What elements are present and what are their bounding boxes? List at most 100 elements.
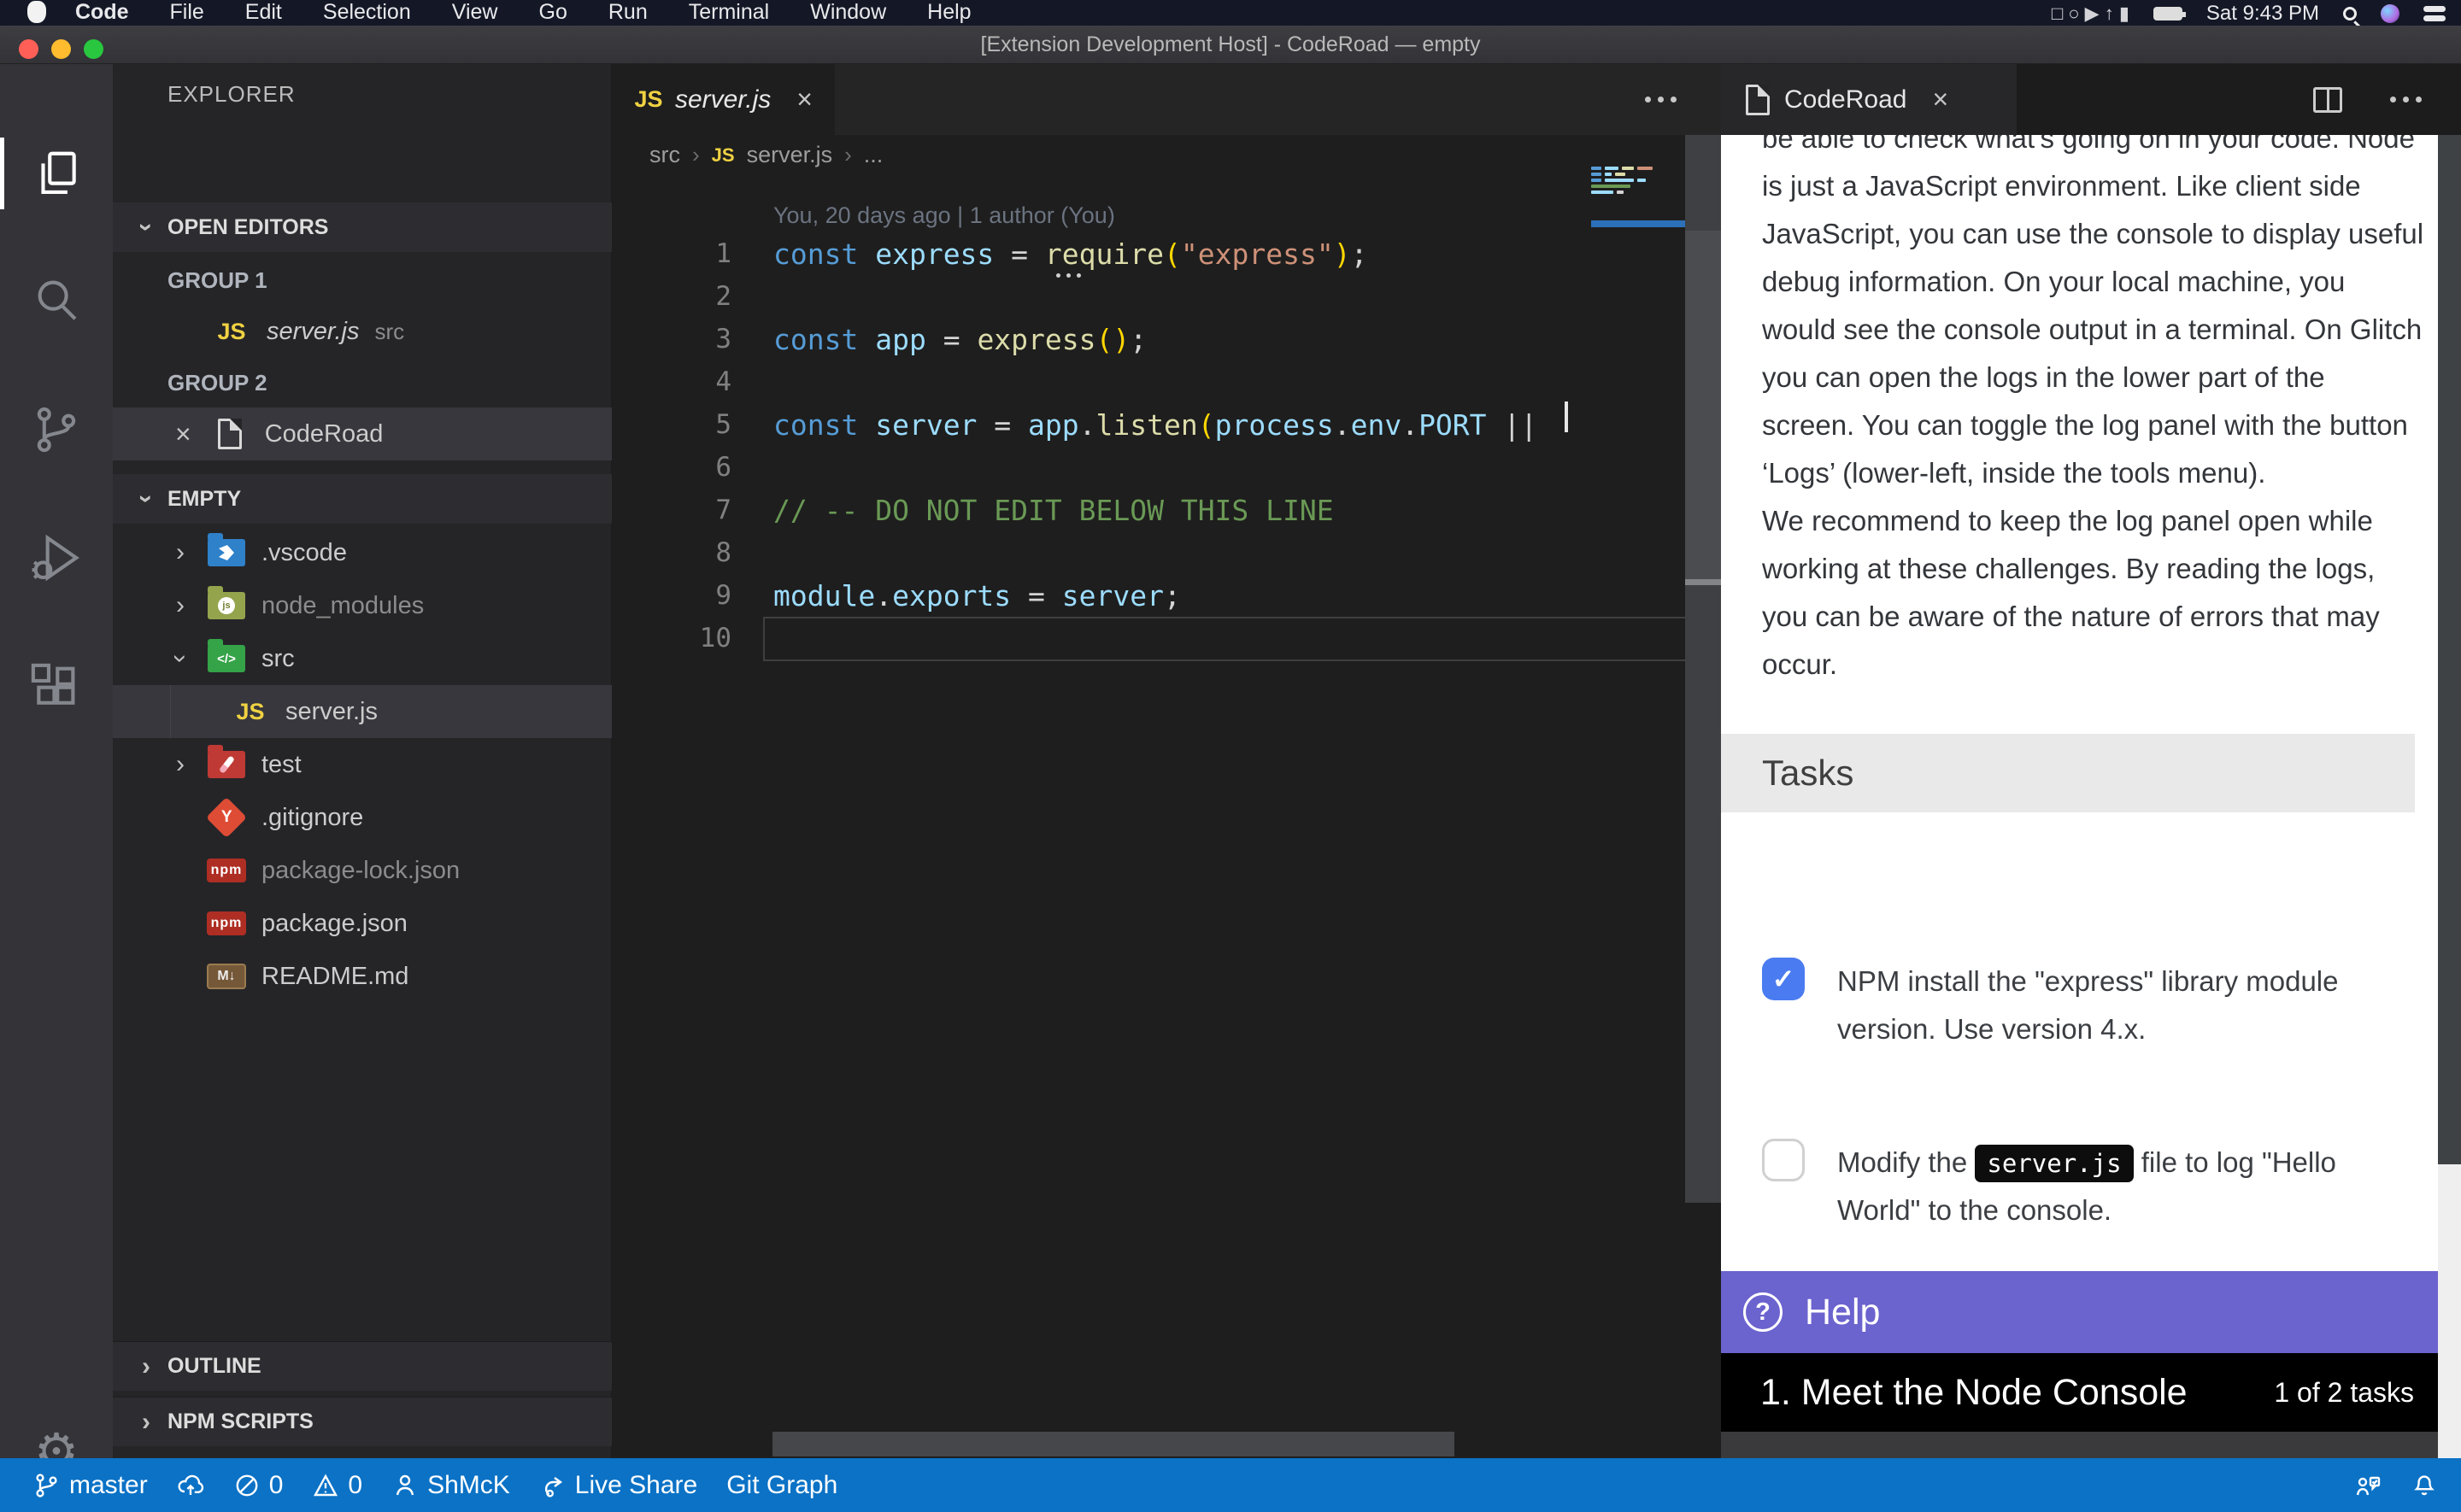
status-cloud-upload[interactable] [162,1458,219,1512]
status-feedback-icon[interactable] [2340,1458,2396,1512]
code-line-9[interactable]: 9module.exports = server; [612,574,1721,617]
file-icon-js: JS [212,314,251,349]
status-master[interactable]: master [19,1458,162,1512]
token: module [773,579,875,612]
help-bar[interactable]: ? Help [1721,1271,2438,1353]
close-editor-icon[interactable]: × [175,419,191,450]
tree-item-test[interactable]: ›test [113,738,612,791]
close-window-button[interactable] [19,39,38,59]
zoom-window-button[interactable] [84,39,103,59]
open-editor-item-coderoad[interactable]: ×CodeRoad [113,407,612,460]
editor-label: server.js [267,318,360,346]
code-line-10[interactable]: 10 [612,617,1721,659]
task-checkbox[interactable] [1762,1139,1805,1181]
code-line-1[interactable]: 1const express = require("express"); [612,232,1721,275]
tree-item-src[interactable]: ›</>src [113,632,612,685]
status-shmck[interactable]: ShMcK [377,1458,525,1512]
menu-item-terminal[interactable]: Terminal [668,0,790,24]
activity-item-source-control[interactable] [0,389,113,471]
open-editor-item-server.js[interactable]: JSserver.jssrc [113,305,612,358]
tree-item-node_modules[interactable]: ›jsnode_modules [113,579,612,632]
code-editor[interactable]: 1const express = require("express");23co… [612,232,1721,659]
token: exports [892,579,1011,612]
tree-item-packagelockjson[interactable]: npmpackage-lock.json [113,844,612,897]
siri-icon[interactable] [2381,4,2399,23]
tree-item-serverjs[interactable]: JSserver.js [113,685,612,738]
task-text-line: version. Use version 4.x. [1837,1005,2338,1053]
tree-label: node_modules [261,592,424,620]
code-line-5[interactable]: 5const server = app.listen(process.env.P… [612,403,1721,446]
status-git-graph[interactable]: Git Graph [712,1458,852,1512]
tab-bar-1: JS server.js × [612,64,1721,135]
apple-menu-icon[interactable] [27,1,46,23]
task-checkbox[interactable]: ✓ [1762,958,1805,1000]
menu-item-help[interactable]: Help [907,0,991,24]
hint-dots-decoration [1056,273,1081,278]
status-live-share[interactable]: Live Share [525,1458,712,1512]
code-line-3[interactable]: 3const app = express(); [612,318,1721,360]
control-center-icon[interactable] [2423,6,2446,21]
menu-item-go[interactable]: Go [519,0,588,24]
tree-item-READMEmd[interactable]: M↓README.md [113,950,612,1003]
menu-clock[interactable]: Sat 9:43 PM [2206,2,2319,26]
code-line-7[interactable]: 7// -- DO NOT EDIT BELOW THIS LINE [612,489,1721,531]
lesson-bar[interactable]: 1. Meet the Node Console 1 of 2 tasks [1721,1353,2438,1432]
chevron-right-icon: › [137,1408,156,1437]
menu-item-edit[interactable]: Edit [225,0,302,24]
open-editors-header[interactable]: ›OPEN EDITORS [113,202,612,252]
tab-server-js[interactable]: JS server.js × [612,64,835,135]
minimize-window-button[interactable] [51,39,71,59]
code-line-6[interactable]: 6 [612,446,1721,489]
token: ( [1198,408,1215,442]
close-tab-icon[interactable]: × [796,84,813,115]
code-line-2[interactable]: 2 [612,275,1721,318]
tree-item-gitignore[interactable]: Y.gitignore [113,791,612,844]
menu-item-code[interactable]: Code [75,0,150,24]
minimap-line [1591,173,1685,176]
tree-item-vscode[interactable]: ›.vscode [113,526,612,579]
activity-item-search[interactable] [0,258,113,340]
folder-section-header[interactable]: ›EMPTY [113,474,612,524]
horizontal-scrollbar[interactable] [772,1432,1454,1456]
tree-item-packagejson[interactable]: npmpackage.json [113,897,612,950]
open-editors-group: GROUP 2 [113,356,612,409]
token: = [1011,579,1062,612]
file-icon [1743,85,1772,114]
menu-item-window[interactable]: Window [790,0,907,24]
token: PORT [1418,408,1486,442]
token: express [875,237,994,271]
sidebar-section-npm-scripts[interactable]: ›NPM SCRIPTS [113,1397,612,1446]
editor-actions-more-icon[interactable] [1645,97,1677,103]
token: env [1351,408,1402,442]
code-line-8[interactable]: 8 [612,531,1721,574]
menu-item-run[interactable]: Run [588,0,668,24]
token: server [875,408,977,442]
spotlight-search-icon[interactable] [2343,7,2357,21]
task-item-1[interactable]: ✓NPM install the "express" library modul… [1762,958,2338,1053]
activity-item-extensions[interactable] [0,648,113,730]
activity-item-run-debug[interactable] [0,517,113,599]
status-0[interactable]: 0 [297,1458,377,1512]
minimap[interactable] [1591,167,1685,196]
sidebar-section-outline[interactable]: ›OUTLINE [113,1341,612,1391]
status-bell-icon[interactable] [2396,1458,2452,1512]
tab-coderoad[interactable]: CodeRoad × [1721,64,2017,135]
activity-item-explorer[interactable] [0,132,113,214]
split-editor-icon[interactable] [2313,87,2342,113]
close-tab-icon[interactable]: × [1932,84,1948,115]
breadcrumb[interactable]: src› JS server.js› ... [649,135,883,175]
window-title-bar[interactable]: [Extension Development Host] - CodeRoad … [0,26,2461,64]
minimap-line [1591,190,1685,194]
menu-item-file[interactable]: File [150,0,225,24]
task-text-line: Modify the server.js file to log "Hello [1837,1139,2336,1187]
editor-actions-more-icon[interactable] [2390,97,2422,103]
code-line-4[interactable]: 4 [612,360,1721,403]
lesson-text-line: occur. [1762,641,2411,689]
webview-scrollbar[interactable] [2438,135,2461,1458]
menu-item-selection[interactable]: Selection [302,0,432,24]
vertical-scrollbar[interactable] [1685,135,1721,1203]
task-item-2[interactable]: Modify the server.js file to log "HelloW… [1762,1139,2336,1234]
status-0[interactable]: 0 [219,1458,298,1512]
menu-item-view[interactable]: View [432,0,519,24]
code-text: const server = app.listen(process.env.PO… [731,408,1537,442]
